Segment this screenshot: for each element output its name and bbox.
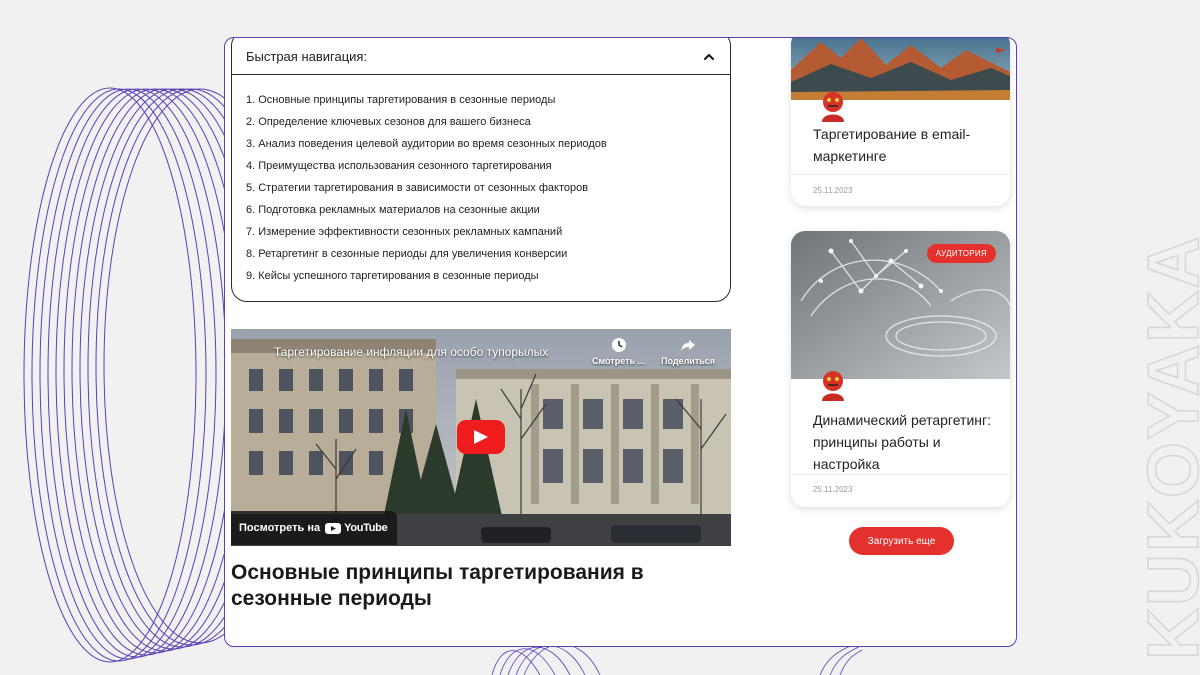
toc-item[interactable]: 4. Преимущества использования сезонного …: [246, 157, 730, 179]
author-avatar-icon: [822, 92, 844, 122]
toc-item[interactable]: 3. Анализ поведения целевой аудитории во…: [246, 135, 730, 157]
quick-navigation: Быстрая навигация: 1. Основные принципы …: [231, 38, 731, 302]
quick-navigation-title: Быстрая навигация:: [246, 49, 368, 64]
card-date: 25.11.2023: [813, 485, 853, 494]
toc-item[interactable]: 5. Стратегии таргетирования в зависимост…: [246, 179, 730, 201]
toc-item[interactable]: 2. Определение ключевых сезонов для ваше…: [246, 113, 730, 135]
share-label: Поделиться: [661, 356, 716, 366]
card-divider: [791, 474, 1010, 475]
watch-on-youtube-button[interactable]: Посмотреть на YouTube: [231, 511, 398, 545]
load-more-button[interactable]: Загрузить еще: [849, 527, 954, 555]
toc-item[interactable]: 8. Ретаргетинг в сезонные периоды для ув…: [246, 245, 730, 267]
table-of-contents: 1. Основные принципы таргетирования в се…: [232, 75, 730, 289]
youtube-video-embed[interactable]: Таргетирование инфляции для особо тупоры…: [231, 329, 731, 546]
watch-later-label: Смотреть ...: [592, 356, 646, 366]
toc-item[interactable]: 7. Измерение эффективности сезонных рекл…: [246, 223, 730, 245]
card-date: 25.11.2023: [813, 186, 853, 195]
toc-item[interactable]: 1. Основные принципы таргетирования в се…: [246, 91, 730, 113]
youtube-logo: YouTube: [325, 522, 388, 534]
card-title[interactable]: Динамический ретаргетинг: принципы работ…: [813, 409, 998, 475]
page-screenshot-frame: Быстрая навигация: 1. Основные принципы …: [224, 37, 1017, 647]
card-title[interactable]: Таргетирование в email-маркетинге: [813, 123, 998, 167]
toc-item[interactable]: 6. Подготовка рекламных материалов на се…: [246, 201, 730, 223]
brand-vertical-logo: KUKOYAKA: [1140, 234, 1200, 661]
share-button[interactable]: Поделиться: [661, 337, 715, 366]
video-title[interactable]: Таргетирование инфляции для особо тупоры…: [274, 345, 548, 359]
play-button[interactable]: [457, 420, 505, 454]
youtube-label: YouTube: [344, 522, 388, 534]
watch-on-label: Посмотреть на: [239, 522, 321, 534]
category-tag[interactable]: АУДИТОРИЯ: [926, 244, 996, 263]
chevron-up-icon[interactable]: [702, 50, 716, 64]
card-divider: [791, 174, 1010, 175]
quick-navigation-header[interactable]: Быстрая навигация:: [232, 38, 730, 75]
play-icon: [474, 430, 488, 444]
article-heading: Основные принципы таргетирования в сезон…: [231, 561, 644, 610]
watch-later-button[interactable]: Смотреть ...: [592, 337, 645, 366]
youtube-icon: [325, 522, 342, 534]
article-card[interactable]: АУДИТОРИЯ Динамический ретаргетинг: прин…: [791, 231, 1010, 507]
article-card[interactable]: Таргетирование в email-маркетинге 25.11.…: [791, 38, 1010, 206]
svg-text:KUKOYAKA: KUKOYAKA: [1140, 235, 1200, 660]
toc-item[interactable]: 9. Кейсы успешного таргетирования в сезо…: [246, 267, 730, 289]
clock-icon: [611, 338, 626, 352]
author-avatar-icon: [822, 371, 844, 401]
share-icon: [681, 340, 695, 351]
